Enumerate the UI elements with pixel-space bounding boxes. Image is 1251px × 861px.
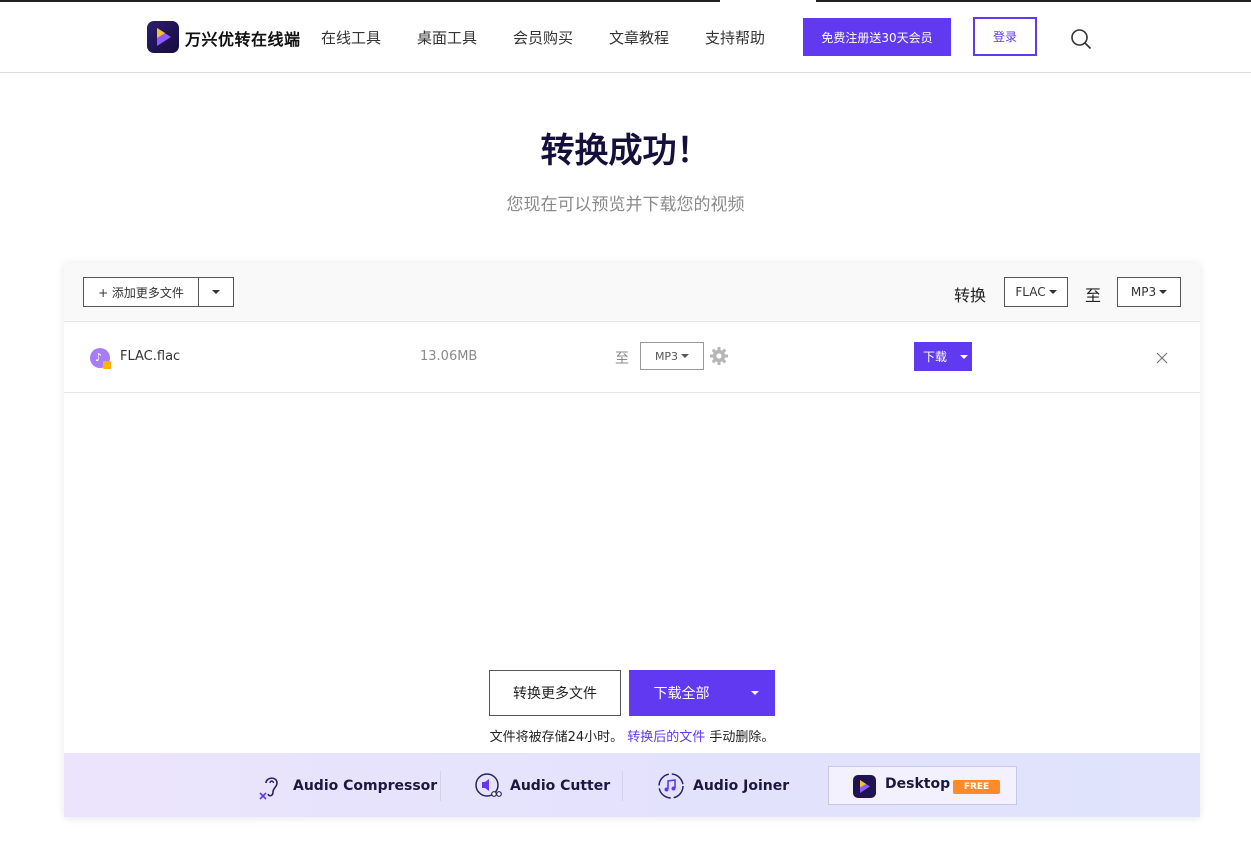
file-size: 13.06MB	[420, 349, 478, 364]
brand-name[interactable]: 万兴优转在线端	[185, 26, 301, 50]
panel-toolbar: + 添加更多文件 转换 FLAC 至 MP3	[64, 263, 1200, 322]
tool-audio-compressor[interactable]: Audio Compressor	[257, 772, 437, 800]
file-name: FLAC.flac	[120, 349, 181, 364]
add-files-label[interactable]: + 添加更多文件	[84, 278, 199, 306]
file-format-value: MP3	[654, 349, 679, 363]
chevron-down-icon	[1159, 290, 1168, 294]
from-format-select[interactable]: FLAC	[1004, 277, 1068, 307]
chevron-down-icon	[681, 354, 690, 358]
add-files-dropdown[interactable]	[199, 278, 233, 306]
desktop-label[interactable]: Desktop	[885, 776, 950, 792]
desktop-download-box[interactable]: Desktop FREE	[828, 766, 1017, 805]
to-format-value: MP3	[1130, 285, 1157, 299]
tool-divider	[622, 771, 623, 801]
download-all-dropdown[interactable]	[734, 670, 775, 716]
tool-audio-joiner[interactable]: Audio Joiner	[657, 772, 789, 800]
login-button[interactable]: 登录	[973, 17, 1037, 56]
tool-audio-cutter[interactable]: Audio Cutter	[474, 772, 610, 800]
download-all-label[interactable]: 下载全部	[629, 670, 734, 716]
page-title: 转换成功！	[540, 131, 711, 171]
add-files-button[interactable]: + 添加更多文件	[83, 277, 234, 307]
nav-online-tools[interactable]: 在线工具	[321, 27, 381, 48]
nav-support[interactable]: 支持帮助	[705, 27, 765, 48]
download-label[interactable]: 下载	[914, 342, 956, 371]
converted-files-link[interactable]: 转换后的文件	[627, 730, 705, 745]
audio-file-icon: ♪	[90, 348, 111, 369]
audio-cutter-icon	[475, 773, 502, 797]
download-button[interactable]: 下载	[914, 342, 972, 371]
tool-divider	[440, 771, 441, 801]
conversion-panel: + 添加更多文件 转换 FLAC 至 MP3 ♪ FLAC.flac 13.06…	[64, 263, 1200, 817]
tool-cutter-label[interactable]: Audio Cutter	[510, 778, 610, 794]
nav-desktop-tools[interactable]: 桌面工具	[417, 27, 477, 48]
desktop-app-icon	[853, 775, 876, 798]
to-format-select[interactable]: MP3	[1117, 277, 1181, 307]
to-label: 至	[1085, 286, 1102, 305]
chevron-down-icon	[1048, 290, 1057, 294]
close-icon[interactable]	[1156, 352, 1168, 364]
download-all-button[interactable]: 下载全部	[629, 670, 775, 716]
file-format-select[interactable]: MP3	[640, 342, 704, 370]
storage-note-suffix: 手动删除。	[705, 730, 775, 745]
related-tools-bar: Audio Compressor Audio Cutter Audio Join…	[64, 753, 1200, 817]
file-row: ♪ FLAC.flac 13.06MB 至 MP3 下载	[64, 322, 1200, 393]
from-format-value: FLAC	[1015, 285, 1046, 299]
audio-joiner-icon	[658, 773, 684, 799]
convert-label: 转换	[954, 286, 987, 305]
page-subtitle: 您现在可以预览并下载您的视频	[506, 195, 745, 215]
nav-tutorials[interactable]: 文章教程	[609, 27, 669, 48]
gear-icon[interactable]	[709, 346, 729, 366]
search-icon[interactable]	[1070, 28, 1092, 50]
tool-compressor-label[interactable]: Audio Compressor	[293, 778, 437, 794]
row-to-label: 至	[615, 351, 629, 367]
chevron-down-icon	[750, 691, 759, 695]
download-dropdown[interactable]	[956, 342, 972, 371]
register-button[interactable]: 免费注册送30天会员	[803, 18, 951, 56]
chevron-down-icon	[212, 290, 220, 294]
chevron-down-icon	[960, 354, 968, 359]
storage-note-text: 文件将被存储24小时。	[489, 730, 624, 745]
nav-membership[interactable]: 会员购买	[513, 27, 573, 48]
convert-more-button[interactable]: 转换更多文件	[489, 670, 621, 716]
storage-note: 文件将被存储24小时。 转换后的文件 手动删除。	[64, 726, 1200, 745]
tool-joiner-label[interactable]: Audio Joiner	[693, 778, 789, 794]
brand-logo-icon[interactable]	[147, 21, 179, 53]
site-header: 万兴优转在线端 在线工具 桌面工具 会员购买 文章教程 支持帮助 免费注册送30…	[0, 0, 1251, 73]
ear-icon	[259, 777, 278, 800]
free-badge: FREE	[953, 780, 1000, 794]
